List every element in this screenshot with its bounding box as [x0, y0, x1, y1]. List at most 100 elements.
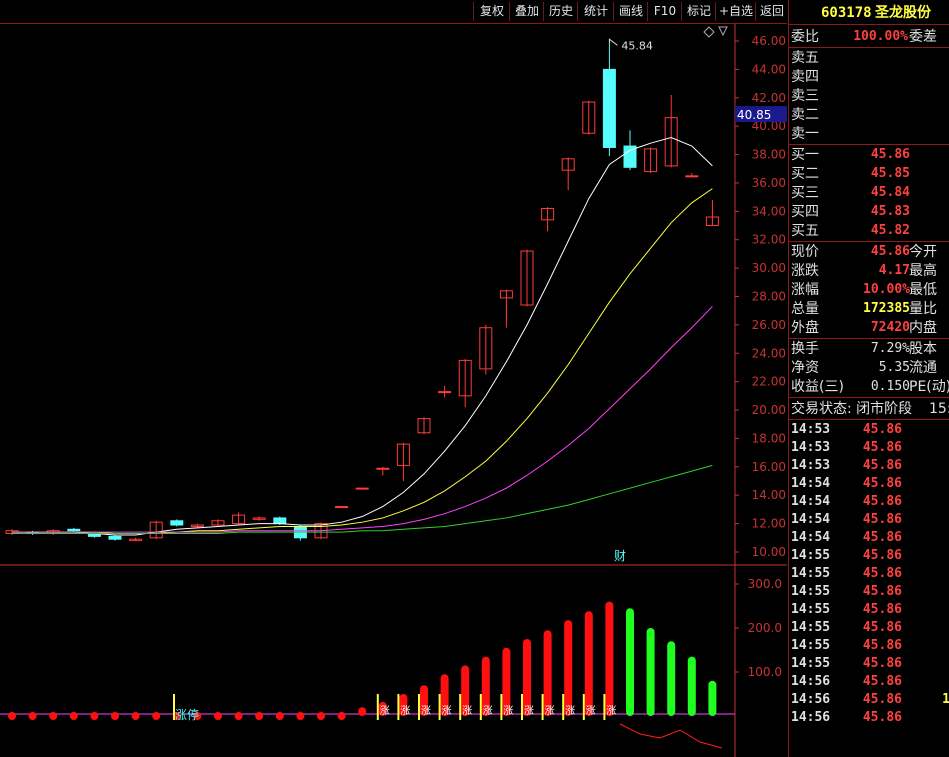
zhang-label: 涨 — [442, 705, 452, 717]
osc-dot — [69, 712, 78, 720]
osc-dot — [214, 712, 222, 720]
osc-dot — [296, 712, 305, 720]
price-tick-label: 26.00 — [752, 318, 786, 332]
finance-marker: 财 — [614, 549, 626, 563]
quote-label-2: 最低 — [909, 282, 937, 298]
triangle-icon — [718, 26, 728, 37]
price-tick-label: 12.00 — [752, 517, 786, 531]
bid-row: 买二 45.85 — [789, 165, 949, 183]
chart-toolbar: 复权 叠加 历史 统计 画线 F10 标记 +自选 返回 — [0, 0, 787, 24]
tick-price: 45.86 — [862, 440, 902, 455]
tick-row: 14:53 45.86 — [789, 439, 949, 457]
toolbar-button-2[interactable]: 历史 — [543, 2, 578, 21]
zhang-label: 涨 — [606, 705, 616, 717]
limit-up-marker — [397, 694, 400, 720]
quote-label: 涨幅 — [791, 282, 819, 298]
quote-row: 现价 45.86 今开 — [789, 243, 949, 261]
tick-row: 14:56 45.86 — [789, 709, 949, 727]
price-tick-label: 10.00 — [752, 545, 786, 559]
tick-row: 14:54 45.86 — [789, 493, 949, 511]
toolbar-button-6[interactable]: 标记 — [681, 2, 716, 21]
tick-time: 14:55 — [791, 602, 831, 617]
tick-row: 14:54 45.86 — [789, 475, 949, 493]
price-tick-label: 44.00 — [752, 62, 786, 76]
tick-time: 14:56 — [791, 692, 831, 707]
quote-row: 涨跌 4.17 最高 — [789, 262, 949, 280]
tick-price: 45.86 — [862, 476, 902, 491]
toolbar-button-1[interactable]: 叠加 — [509, 2, 544, 21]
signal-line — [619, 723, 723, 749]
bid-price: 45.85 — [870, 166, 910, 181]
toolbar-button-0[interactable]: 复权 — [473, 2, 510, 21]
stock-name: 圣龙股份 — [875, 5, 931, 21]
toolbar-button-5[interactable]: F10 — [647, 2, 682, 21]
tick-row: 14:54 45.86 — [789, 529, 949, 547]
osc-dot — [255, 712, 264, 720]
price-tick-label: 42.00 — [752, 91, 786, 105]
toolbar-button-4[interactable]: 画线 — [613, 2, 648, 21]
bid-label: 买三 — [791, 185, 819, 201]
tick-row: 14:55 45.86 — [789, 601, 949, 619]
fin-value: 5.35 — [878, 360, 910, 375]
osc-bar — [358, 707, 367, 716]
zhang-label: 涨 — [503, 705, 513, 717]
fin-row: 净资 5.35 流通 — [789, 359, 949, 377]
quote-value: 45.86 — [870, 244, 910, 259]
zhang-label: 涨 — [524, 705, 534, 717]
candle-body — [438, 391, 452, 394]
bid-label: 买五 — [791, 223, 819, 239]
tick-price: 45.86 — [862, 548, 902, 563]
tick-row: 14:56 45.86 — [789, 673, 949, 691]
tick-row: 14:55 45.86 — [789, 637, 949, 655]
quote-label: 涨跌 — [791, 263, 819, 279]
osc-bar — [605, 601, 614, 716]
zhang-label: 涨 — [483, 705, 493, 717]
tick-time: 14:54 — [791, 530, 831, 545]
tick-price: 45.86 — [862, 584, 902, 599]
quote-value: 172385 — [863, 301, 910, 316]
bid-price: 45.82 — [870, 223, 910, 238]
limit-up-marker — [521, 694, 523, 720]
limit-up-marker — [541, 694, 544, 720]
osc-dot — [49, 712, 58, 720]
price-tick-label: 34.00 — [752, 204, 786, 218]
tick-price: 45.86 — [862, 422, 902, 437]
tick-price: 45.86 — [862, 710, 902, 725]
tick-time: 14:54 — [791, 512, 831, 527]
panel-separator — [789, 397, 949, 398]
diamond-icon — [703, 26, 715, 38]
toolbar-button-3[interactable]: 统计 — [577, 2, 614, 21]
bid-price: 45.83 — [870, 204, 910, 219]
ask-label: 卖一 — [791, 126, 819, 142]
tick-row: 14:55 45.86 — [789, 565, 949, 583]
ask-row: 卖二 — [789, 106, 949, 124]
weicha-label: 委差 — [909, 29, 937, 45]
tick-time: 14:55 — [791, 620, 831, 635]
toolbar-button-8[interactable]: 返回 — [755, 2, 788, 21]
weibi-value: 100.00% — [853, 29, 908, 44]
fin-value: 0.150 — [870, 379, 910, 394]
tick-price: 45.86 — [862, 458, 902, 473]
high-marker — [608, 38, 618, 46]
vol-tick-label: 200.0 — [748, 621, 782, 635]
osc-dot — [8, 712, 16, 720]
osc-dot — [337, 712, 346, 720]
high-label: 45.84 — [621, 39, 653, 52]
chart-area[interactable]: 46.0044.0042.0040.0038.0036.0034.0032.00… — [0, 24, 787, 757]
tick-time: 14:55 — [791, 548, 831, 563]
price-tick-label: 28.00 — [752, 290, 786, 304]
limit-up-marker — [376, 694, 379, 720]
zhang-label: 涨 — [462, 705, 472, 717]
weibi-row: 委比 100.00% 委差 — [789, 28, 949, 46]
fin-label-2: 股本 — [909, 341, 937, 357]
tick-time: 14:56 — [791, 710, 831, 725]
tick-row: 14:55 45.86 — [789, 655, 949, 673]
quote-label-2: 今开 — [909, 244, 937, 260]
tick-price: 45.86 — [862, 674, 902, 689]
quote-value: 10.00% — [863, 282, 910, 297]
tick-time: 14:54 — [791, 494, 831, 509]
stock-header: 603178 圣龙股份 — [789, 4, 949, 22]
ma_white-line — [12, 136, 713, 536]
tick-row: 14:56 45.86 1 — [789, 691, 949, 709]
toolbar-button-7[interactable]: +自选 — [715, 2, 756, 21]
